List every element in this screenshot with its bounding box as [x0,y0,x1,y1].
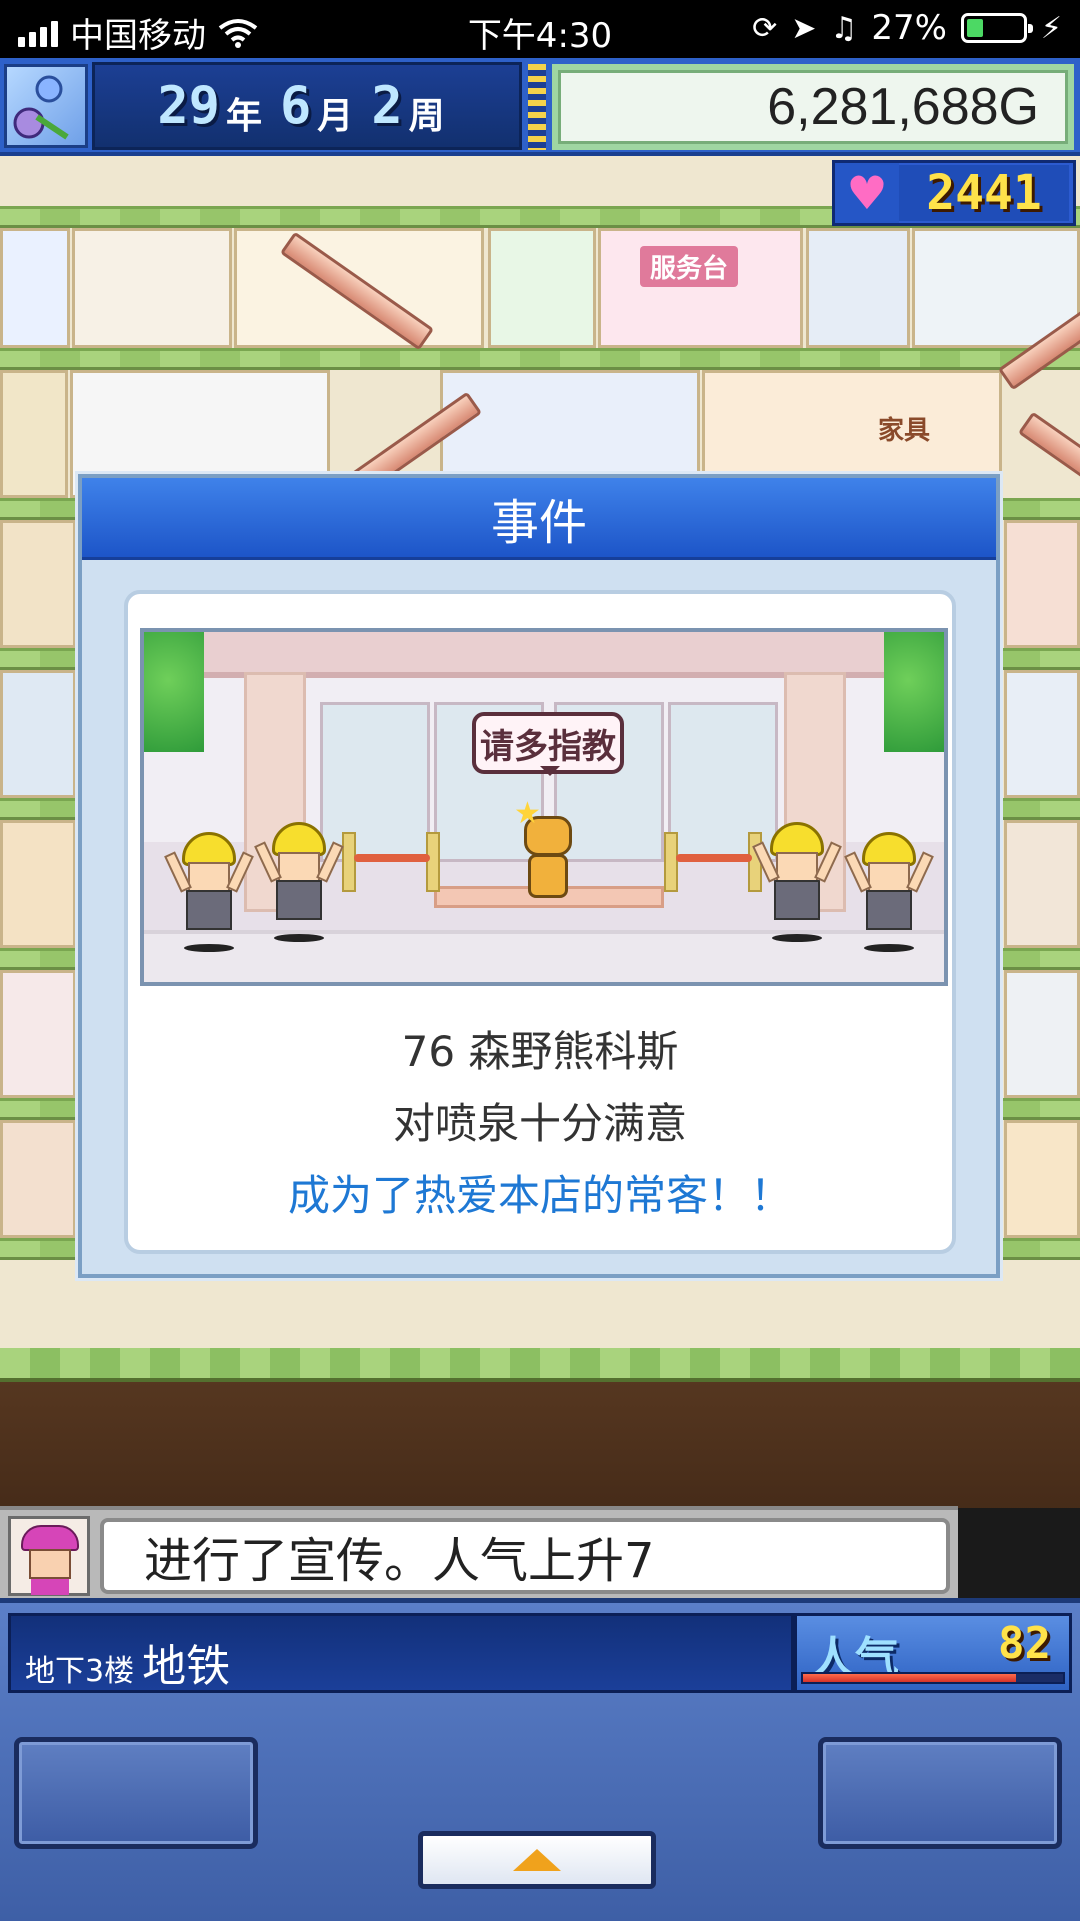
week-value: 2 [371,76,403,136]
shadow [864,944,914,952]
furniture-sign: 家具 [878,416,931,446]
bottom-panel: 地下3楼 地铁 人气 82 [0,1598,1080,1921]
popularity-value: 82 [998,1618,1051,1669]
plant-icon [144,632,204,752]
top-hud: 29 年 6 月 2 周 6,281,688G [0,58,1080,156]
staff-worker [844,832,934,942]
hud-divider [528,64,546,150]
shop-room[interactable] [0,970,76,1098]
expand-menu-button[interactable] [418,1831,656,1889]
popularity-meter: 人气 82 [794,1613,1072,1693]
shop-room[interactable] [0,370,68,498]
battery-percent: 27% [871,8,947,48]
staff-worker [752,822,842,932]
shop-room[interactable] [1004,670,1080,798]
event-dialog-title: 事件 [82,478,996,560]
rope-post [664,832,678,892]
up-arrow-icon [513,1849,561,1871]
underground-dirt [0,1348,1080,1508]
shop-room[interactable] [1004,1120,1080,1238]
scene-floor [144,930,944,982]
advisor-avatar [8,1516,90,1596]
game-date: 29 年 6 月 2 周 [92,62,522,150]
shop-room[interactable] [806,228,910,348]
shadow [184,944,234,952]
shop-room[interactable] [488,228,596,348]
week-unit: 周 [408,96,445,137]
headphones-icon: ♫ [830,10,858,46]
message-bar: 进行了宣传。人气上升7 [0,1506,958,1598]
charging-icon: ⚡ [1040,10,1062,46]
hearts-value: 2441 [899,165,1069,221]
shop-window [320,702,430,862]
year-unit: 年 [225,96,262,137]
rope-post [342,832,356,892]
month-value: 6 [279,76,312,136]
floor-strip [0,348,1080,370]
location-icon: ➤ [791,10,817,46]
shadow [274,934,324,942]
event-dialog[interactable]: 事件 ★ 请多指教 76 森野熊科斯 对喷泉十分满意 成为了热爱本店的常客！！ [78,474,1000,1278]
velvet-rope [676,854,752,862]
service-counter-sign: 服务台 [640,246,739,287]
heart-icon: ♥ [835,163,899,223]
year-value: 29 [157,76,220,136]
battery-fill [966,19,984,37]
right-menu-button[interactable] [818,1737,1062,1849]
event-result-line: 成为了热爱本店的常客！！ [287,1171,792,1220]
staff-worker [254,822,344,932]
hearts-display: ♥ 2441 [832,160,1076,226]
shop-room[interactable] [1004,970,1080,1098]
event-dialog-body: ★ 请多指教 76 森野熊科斯 对喷泉十分满意 成为了热爱本店的常客！！ [124,590,956,1254]
shop-room[interactable] [0,1120,76,1238]
star-icon: ★ [514,796,541,831]
shop-room[interactable] [0,520,76,648]
staff-worker [164,832,254,942]
floor-indicator: 地下3楼 地铁 [8,1613,794,1693]
popularity-fill [803,1674,1017,1682]
velvet-rope [354,854,430,862]
status-bar: 中国移动 下午4:30 ⟳ ➤ ♫ 27% ⚡ [0,0,1080,58]
popularity-bar [801,1672,1065,1684]
event-illustration: ★ 请多指教 [140,628,948,986]
shop-room[interactable] [1004,520,1080,648]
floor-name: 地铁 [142,1641,231,1692]
rope-post [426,832,440,892]
shop-room[interactable] [0,228,70,348]
month-unit: 月 [317,96,354,137]
battery-icon [960,13,1033,43]
event-customer-line: 76 森野熊科斯 [401,1027,679,1076]
left-menu-button[interactable] [14,1737,258,1849]
speech-bubble: 请多指教 [472,712,624,776]
plant-icon [884,632,944,752]
shop-room[interactable] [1004,820,1080,948]
shop-room[interactable] [0,820,76,948]
shop-room[interactable] [0,670,76,798]
shadow [772,934,822,942]
money-value: 6,281,688G [558,70,1068,144]
orientation-lock-icon: ⟳ [752,10,778,46]
floor-level: 地下3楼 [25,1654,135,1689]
shop-room[interactable] [72,228,232,348]
flower-icon[interactable] [4,64,88,148]
message-text: 进行了宣传。人气上升7 [100,1518,950,1594]
event-reason-line: 对喷泉十分满意 [392,1099,687,1148]
money-display: 6,281,688G [552,64,1074,150]
bear-customer: ★ [514,796,576,902]
